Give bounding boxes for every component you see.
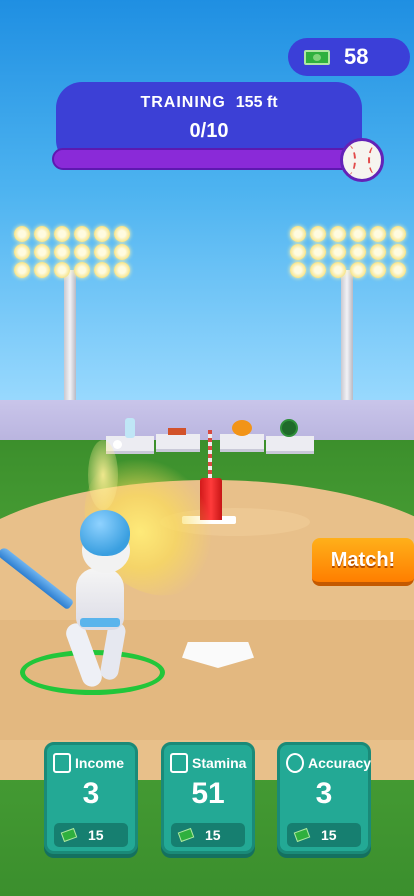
training-label: TRAINING [140, 94, 226, 111]
cash-icon [304, 49, 330, 65]
cost-value: 15 [205, 827, 221, 843]
watermelon-target [280, 419, 298, 437]
upgrade-card-stamina[interactable]: Stamina 51 15 [161, 742, 255, 854]
light-pole-left [64, 270, 76, 405]
pumpkin-target [232, 420, 252, 436]
training-progress-bar [52, 148, 360, 170]
cash-icon [177, 827, 195, 843]
accuracy-icon [286, 753, 304, 773]
training-distance: 155 ft [235, 94, 278, 111]
cost-value: 15 [321, 827, 337, 843]
ball-trail [88, 440, 118, 510]
match-button[interactable]: Match! [312, 538, 414, 586]
light-pole-right [341, 270, 353, 405]
card-label: Stamina [192, 755, 247, 771]
training-title: TRAINING 155 ft [56, 94, 362, 112]
target-shelf [266, 436, 314, 454]
upgrade-cost-button[interactable]: 15 [287, 823, 361, 847]
stadium-light-left [14, 226, 132, 278]
money-value: 58 [344, 44, 369, 69]
cash-icon [60, 827, 78, 843]
cost-value: 15 [88, 827, 104, 843]
baseball [113, 440, 122, 449]
bottle-target [125, 418, 135, 438]
outfield-wall [0, 400, 414, 445]
stadium-light-right [290, 226, 408, 278]
upgrade-card-income[interactable]: Income 3 15 [44, 742, 138, 854]
upgrade-cost-button[interactable]: 15 [54, 823, 128, 847]
card-value: 3 [315, 777, 333, 810]
target-shelf [156, 434, 200, 452]
card-label: Income [75, 755, 125, 771]
card-value: 51 [191, 777, 225, 810]
brick-target [168, 428, 186, 435]
card-value: 3 [82, 777, 100, 810]
stamina-icon [170, 753, 188, 773]
income-icon [53, 753, 71, 773]
money-counter: 58 [288, 38, 410, 76]
upgrade-card-accuracy[interactable]: Accuracy 3 15 [277, 742, 371, 854]
baseball-icon [340, 138, 384, 182]
target-shelf [220, 434, 264, 452]
upgrade-cost-button[interactable]: 15 [171, 823, 245, 847]
cash-icon [293, 827, 311, 843]
training-progress-text: 0/10 [189, 120, 229, 142]
card-label: Accuracy [308, 755, 372, 771]
pitching-machine-arm [208, 430, 212, 480]
batter-helmet [80, 510, 130, 556]
batter-belt [80, 618, 120, 627]
